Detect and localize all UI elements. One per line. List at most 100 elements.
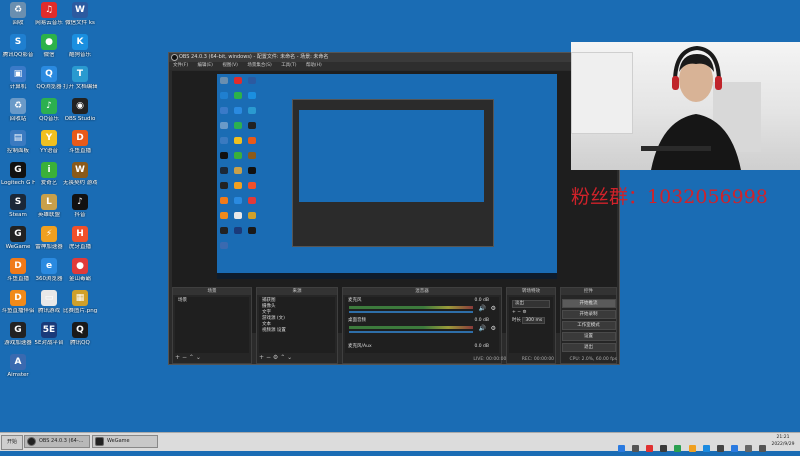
menu-view[interactable]: 视图(V): [222, 63, 238, 68]
network-icon[interactable]: [759, 445, 766, 452]
remove-transition-icon[interactable]: −: [517, 310, 521, 315]
desktop-icon[interactable]: G WeGame: [1, 226, 35, 250]
desktop-icon[interactable]: ◉ OBS Studio: [63, 98, 97, 122]
mixer-channel-db: 0.0 dB: [474, 318, 489, 323]
desktop-icon[interactable]: D 斗鱼直播: [63, 130, 97, 154]
desktop-icon[interactable]: i 爱奇艺: [32, 162, 66, 186]
desktop-icon-label: 爱奇艺: [40, 180, 58, 186]
gear-icon[interactable]: ⚙: [491, 306, 496, 312]
desktop-icon[interactable]: Y YY语音: [32, 130, 66, 154]
clock[interactable]: 21:21 2022/9/29: [768, 434, 798, 448]
preview-mini-icon: [234, 92, 242, 99]
desktop-icon[interactable]: G Logitech G HUB: [1, 162, 35, 186]
exit-button[interactable]: 退出: [561, 343, 616, 352]
desktop-icon[interactable]: A Aimster: [1, 354, 35, 378]
volume-icon[interactable]: [744, 445, 752, 452]
menu-edit[interactable]: 编辑(E): [198, 63, 213, 68]
tray-icon[interactable]: [730, 445, 738, 452]
settings-button[interactable]: 设置: [561, 332, 616, 341]
volume-slider[interactable]: [349, 331, 473, 333]
desktop-icon[interactable]: ♫ 网易云音乐: [32, 2, 66, 26]
desktop-icon-label: 雷神加速器: [35, 244, 63, 250]
desktop-icon[interactable]: W 微信文件 ks: [63, 2, 97, 26]
menu-help[interactable]: 帮助(H): [306, 63, 322, 68]
desktop-icon[interactable]: D 斗鱼直播伴侣: [1, 290, 35, 314]
desktop: ♻ 回收 ♫ 网易云音乐 W 微信文件 ks S 腾讯QQ影音 ● 微信 K 酷狗音乐 ▣ 计算机 Q QQ浏…: [0, 0, 800, 432]
app-icon: ●: [41, 34, 57, 50]
live-time: LIVE: 00:00:00: [473, 357, 507, 362]
desktop-icon[interactable]: ⚡ 雷神加速器: [32, 226, 66, 250]
transitions-body: 淡出 + − ⚙ 时长 300 ms: [509, 297, 553, 353]
studio-mode-button[interactable]: 工作室模式: [561, 321, 616, 330]
mixer-channel-name: 麦克风: [348, 298, 362, 303]
start-button[interactable]: 开始: [1, 435, 23, 450]
scenes-dock-title: 场景: [173, 288, 251, 295]
desktop-icon[interactable]: S Steam: [1, 194, 35, 218]
tray-icon[interactable]: [660, 445, 668, 452]
desktop-icon[interactable]: G 游戏加速器: [1, 322, 35, 346]
task-wegame[interactable]: WeGame: [92, 435, 158, 448]
menu-file[interactable]: 文件(F): [173, 63, 188, 68]
desktop-icon[interactable]: K 酷狗音乐: [63, 34, 97, 58]
speaker-icon[interactable]: 🔊: [479, 306, 486, 312]
desktop-icon[interactable]: ▤ 控制面板: [1, 130, 35, 154]
desktop-icon[interactable]: ♪ QQ音乐: [32, 98, 66, 122]
sources-list[interactable]: 捕获图 摄像头 文字 游戏源 (文) 文本 视频源 设置: [259, 297, 335, 353]
app-icon: ◉: [72, 98, 88, 114]
desktop-icon[interactable]: ♻ 回收: [1, 2, 35, 26]
desktop-icon[interactable]: e 360浏览器: [32, 258, 66, 282]
tray-icon[interactable]: [688, 445, 696, 452]
desktop-icon[interactable]: D 斗鱼直播: [1, 258, 35, 282]
desktop-icon[interactable]: ● 金山毒霸: [63, 258, 97, 282]
scene-item[interactable]: 场景: [178, 298, 246, 304]
tray-icon[interactable]: [702, 445, 710, 452]
desktop-icon[interactable]: ● 微信: [32, 34, 66, 58]
speaker-icon[interactable]: 🔊: [479, 326, 486, 332]
app-icon: ♪: [41, 98, 57, 114]
desktop-icon[interactable]: 5E 5E对战平台: [32, 322, 66, 346]
tray-icon[interactable]: [646, 445, 654, 452]
desktop-icon[interactable]: Q 腾讯QQ: [63, 322, 97, 346]
preview-mini-icon: [220, 77, 228, 84]
add-transition-icon[interactable]: +: [512, 310, 516, 315]
source-item[interactable]: 视频源 设置: [262, 328, 332, 334]
menu-scene-collection[interactable]: 场景集合(S): [247, 63, 271, 68]
desktop-icon[interactable]: S 腾讯QQ影音: [1, 34, 35, 58]
menu-tools[interactable]: 工具(T): [281, 63, 296, 68]
desktop-icon[interactable]: T 打开 文档编辑器: [63, 66, 97, 90]
desktop-icon[interactable]: ♻ 回收站: [1, 98, 35, 122]
desktop-icon[interactable]: ♪ 抖音: [63, 194, 97, 218]
task-label: OBS 24.0.3 (64-...: [39, 438, 84, 444]
preview-mini-icon: [220, 107, 228, 114]
start-streaming-button[interactable]: 开始推流: [561, 299, 616, 308]
desktop-icon[interactable]: Q QQ浏览器: [32, 66, 66, 90]
tray-icon[interactable]: [632, 445, 640, 452]
tray-icon[interactable]: [716, 445, 724, 452]
preview-mini-icon: [248, 167, 256, 174]
desktop-icon[interactable]: W 无畏契约 游戏平台: [63, 162, 97, 186]
gear-icon[interactable]: ⚙: [491, 326, 496, 332]
desktop-icon[interactable]: H 虎牙直播: [63, 226, 97, 250]
transition-settings-icon[interactable]: ⚙: [522, 310, 526, 315]
clock-date: 2022/9/29: [771, 442, 795, 447]
start-recording-button[interactable]: 开始录制: [561, 310, 616, 319]
desktop-icon-label: 斗鱼直播: [68, 148, 91, 154]
app-icon: i: [41, 162, 57, 178]
tray-icon[interactable]: [674, 445, 682, 452]
volume-slider[interactable]: [349, 311, 473, 313]
desktop-icon[interactable]: ▣ 计算机: [1, 66, 35, 90]
desktop-icon[interactable]: ▭ 腾讯游戏: [32, 290, 66, 314]
desktop-icon-label: 游戏加速器: [4, 340, 32, 346]
desktop-icon[interactable]: L 英雄联盟: [32, 194, 66, 218]
obs-window[interactable]: OBS 24.0.3 (64-bit, windows) - 配置文件: 未命名…: [168, 52, 620, 365]
mixer-body: 麦克风 0.0 dB 🔊 ⚙ 桌面音频 0.0 dB 🔊 ⚙ 麦克风/Aux 0…: [345, 297, 499, 353]
obs-title-bar[interactable]: OBS 24.0.3 (64-bit, windows) - 配置文件: 未命名…: [169, 53, 619, 62]
scenes-list[interactable]: 场景: [175, 297, 249, 353]
task-obs[interactable]: OBS 24.0.3 (64-...: [24, 435, 90, 448]
app-icon: ▣: [10, 66, 26, 82]
duration-input[interactable]: 300 ms: [522, 317, 546, 324]
tray-icon[interactable]: [618, 445, 626, 452]
desktop-icon[interactable]: ▦ 比赛图片.png: [63, 290, 97, 314]
transition-select[interactable]: 淡出: [512, 300, 550, 308]
app-icon: ⚡: [41, 226, 57, 242]
